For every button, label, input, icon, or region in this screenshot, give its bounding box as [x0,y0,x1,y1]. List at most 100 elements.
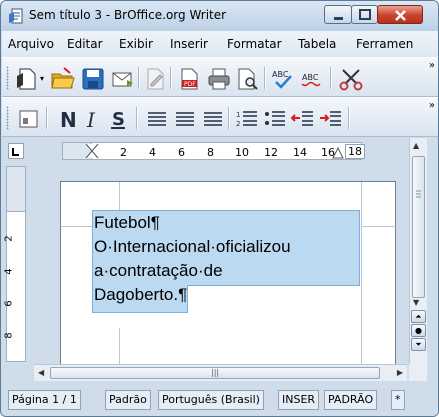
justify-icon[interactable] [200,106,226,132]
toolbar-separator [136,107,137,129]
minimize-button[interactable] [324,5,352,24]
svg-text:PDF: PDF [184,81,196,88]
writer-window: Sem título 3 - BrOffice.org Writer Arqui… [0,0,439,417]
spelling-icon[interactable]: ABC [270,66,296,92]
ruler-number: 8 [207,146,214,159]
status-page[interactable]: Página 1 / 1 [8,390,81,410]
text-line: Futebol¶ [94,213,160,232]
open-folder-icon[interactable] [50,66,76,92]
indent-marker-icon[interactable] [85,143,99,159]
scroll-left-icon[interactable]: ◀ [38,368,44,377]
vertical-scroll-thumb[interactable] [412,156,425,298]
right-indent-marker-icon[interactable] [332,143,344,159]
window-title: Sem título 3 - BrOffice.org Writer [29,8,227,22]
italic-icon[interactable]: I [80,106,106,132]
vruler-number: 6 [3,300,15,307]
paragraph-mark: ¶ [178,285,188,304]
align-center-icon[interactable] [172,106,198,132]
edit-file-icon[interactable] [142,66,168,92]
scrollbar-corner [409,364,427,381]
text-line: O·Internacional·oficializou [94,237,291,256]
print-icon[interactable] [206,66,232,92]
status-page-style[interactable]: Padrão [105,390,151,410]
margin-guide [119,328,120,364]
svg-text:ABC: ABC [272,70,289,79]
new-document-icon[interactable] [14,66,40,92]
writer-document-icon [9,8,23,24]
menu-tabela[interactable]: Tabela [298,37,336,51]
autospellcheck-icon[interactable]: ABC [300,66,326,92]
svg-text:N: N [60,108,77,132]
menu-editar[interactable]: Editar [67,37,103,51]
close-button[interactable] [377,5,423,24]
bullets-icon[interactable] [262,106,288,132]
svg-text:1: 1 [236,111,240,119]
styles-formatting-icon[interactable] [16,106,42,132]
email-document-icon[interactable] [110,66,136,92]
horizontal-scrollbar[interactable]: ◀ ||| ▶ [34,364,407,381]
document-area: Futebol¶ O·Internacional·oficializou a·c… [34,166,407,364]
scroll-grip-icon [416,190,421,198]
menu-inserir[interactable]: Inserir [170,37,208,51]
previous-page-button[interactable]: ⏶ [411,310,426,323]
toolbar-separator [170,67,171,89]
scroll-right-icon[interactable]: ▶ [397,368,403,377]
toolbar-overflow-icon[interactable]: » [429,60,435,71]
horizontal-scroll-thumb[interactable]: ||| [50,367,380,379]
status-language[interactable]: Português (Brasil) [158,390,264,410]
align-left-icon[interactable] [144,106,170,132]
ruler-number: 18 [345,144,365,159]
menu-formatar[interactable]: Formatar [227,37,282,51]
scroll-up-icon[interactable]: ▲ [413,141,419,150]
svg-text:I: I [86,108,96,132]
next-page-button[interactable]: ⏷ [411,338,426,351]
increase-indent-icon[interactable] [318,106,344,132]
menu-arquivo[interactable]: Arquivo [8,37,54,51]
vertical-scrollbar[interactable]: ▲ ▼ ⏶ ● ⏷ [409,138,427,364]
navigator-dot-icon: ● [415,326,422,335]
toolbar-separator [228,107,229,129]
status-modified: * [391,390,405,410]
svg-text:S: S [112,109,125,130]
print-preview-icon[interactable] [234,66,260,92]
document-text[interactable]: Futebol¶ O·Internacional·oficializou a·c… [94,211,374,307]
bold-icon[interactable]: N [54,106,80,132]
save-icon[interactable] [80,66,106,92]
toolbar-separator [46,107,47,129]
ruler-number: 6 [178,146,185,159]
menu-ferramentas[interactable]: Ferramen [356,37,413,51]
navigator-button[interactable]: ● [411,324,426,337]
svg-text:ABC: ABC [302,73,319,82]
numbering-icon[interactable]: 12 [234,106,260,132]
svg-text:2: 2 [236,120,240,128]
minimize-icon [334,17,343,20]
text-line: Dagoberto. [94,285,179,304]
vertical-ruler-top-margin [6,166,26,212]
menu-bar: Arquivo Editar Exibir Inserir Formatar T… [2,31,438,57]
standard-toolbar: ▾ PDF ABC ABC » [2,57,438,97]
toolbar-separator [264,67,265,89]
menu-exibir[interactable]: Exibir [119,37,153,51]
status-insert-mode[interactable]: INSER [278,390,320,410]
title-bar[interactable]: Sem título 3 - BrOffice.org Writer [1,1,438,31]
horizontal-ruler-area: 2 4 6 8 10 12 14 16 18 [2,138,438,164]
tab-type-selector[interactable] [8,143,24,159]
status-selection-mode[interactable]: PADRÃO [324,390,378,410]
ruler-number: 2 [120,146,127,159]
toolbar-separator [348,107,349,129]
export-pdf-icon[interactable]: PDF [176,66,202,92]
scroll-down-icon[interactable]: ▼ [413,298,419,307]
decrease-indent-icon[interactable] [290,106,316,132]
ruler-number: 12 [264,146,278,159]
left-tab-icon [12,148,19,156]
toolbar-overflow-icon[interactable]: » [429,100,435,111]
maximize-button[interactable] [351,5,378,24]
cut-icon[interactable] [338,66,364,92]
text-line: a·contratação·de [94,261,223,280]
toolbar-grip[interactable] [6,106,9,130]
vruler-number: 4 [3,268,15,275]
toolbar-grip[interactable] [6,66,9,90]
underline-icon[interactable]: S [106,106,132,132]
double-down-icon: ⏷ [415,340,422,349]
new-dropdown-arrow-icon[interactable]: ▾ [40,74,44,83]
